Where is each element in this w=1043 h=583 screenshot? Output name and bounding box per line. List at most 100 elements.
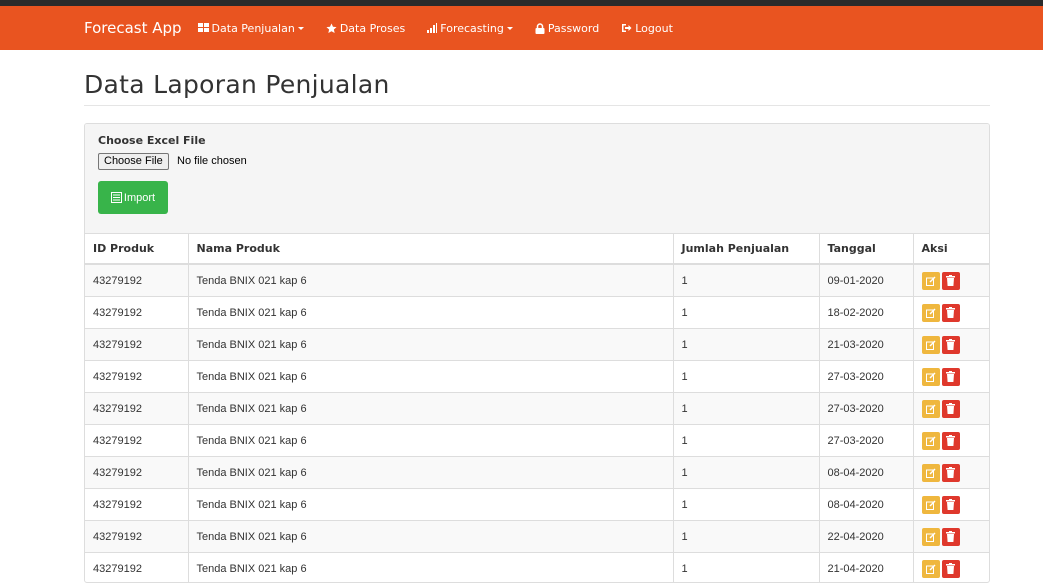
nav-data-penjualan-label: Data Penjualan — [212, 22, 295, 35]
table-header-row: ID Produk Nama Produk Jumlah Penjualan T… — [85, 234, 989, 264]
delete-button[interactable] — [942, 560, 960, 578]
cell-jumlah-penjualan: 1 — [673, 393, 819, 425]
star-icon — [326, 23, 337, 34]
edit-button[interactable] — [922, 560, 940, 578]
cell-tanggal: 18-02-2020 — [819, 297, 913, 329]
edit-icon — [926, 436, 936, 446]
cell-id-produk: 43279192 — [85, 361, 188, 393]
cell-id-produk: 43279192 — [85, 553, 188, 583]
cell-aksi — [913, 489, 989, 521]
delete-button[interactable] — [942, 400, 960, 418]
nav-forecasting-label: Forecasting — [440, 22, 504, 35]
cell-nama-produk: Tenda BNIX 021 kap 6 — [188, 489, 673, 521]
page-title: Data Laporan Penjualan — [84, 70, 390, 99]
edit-button[interactable] — [922, 496, 940, 514]
trash-icon — [946, 403, 955, 414]
trash-icon — [946, 275, 955, 286]
edit-button[interactable] — [922, 304, 940, 322]
import-button-label: Import — [124, 192, 155, 204]
edit-button[interactable] — [922, 400, 940, 418]
signal-icon — [427, 23, 437, 33]
table-row: 43279192Tenda BNIX 021 kap 6108-04-2020 — [85, 457, 989, 489]
import-button[interactable]: Import — [98, 181, 168, 214]
cell-jumlah-penjualan: 1 — [673, 297, 819, 329]
cell-jumlah-penjualan: 1 — [673, 264, 819, 297]
logout-icon — [621, 23, 632, 33]
edit-button[interactable] — [922, 272, 940, 290]
data-panel: Choose Excel File Choose File No file ch… — [84, 123, 990, 583]
table-row: 43279192Tenda BNIX 021 kap 6121-04-2020 — [85, 553, 989, 583]
edit-icon — [926, 340, 936, 350]
nav-password[interactable]: Password — [535, 22, 599, 35]
header-aksi: Aksi — [913, 234, 989, 264]
edit-button[interactable] — [922, 368, 940, 386]
caret-down-icon — [507, 27, 513, 30]
trash-icon — [946, 339, 955, 350]
edit-button[interactable] — [922, 528, 940, 546]
header-nama-produk: Nama Produk — [188, 234, 673, 264]
trash-icon — [946, 371, 955, 382]
edit-button[interactable] — [922, 464, 940, 482]
table-row: 43279192Tenda BNIX 021 kap 6109-01-2020 — [85, 264, 989, 297]
cell-id-produk: 43279192 — [85, 297, 188, 329]
choose-file-button[interactable]: Choose File — [98, 153, 169, 170]
cell-nama-produk: Tenda BNIX 021 kap 6 — [188, 361, 673, 393]
action-group — [922, 425, 982, 456]
action-group — [922, 297, 982, 328]
upload-label: Choose Excel File — [98, 134, 206, 147]
brand-link[interactable]: Forecast App — [84, 19, 182, 37]
cell-nama-produk: Tenda BNIX 021 kap 6 — [188, 521, 673, 553]
cell-aksi — [913, 553, 989, 583]
delete-button[interactable] — [942, 464, 960, 482]
action-group — [922, 489, 982, 520]
trash-icon — [946, 307, 955, 318]
edit-icon — [926, 564, 936, 574]
cell-nama-produk: Tenda BNIX 021 kap 6 — [188, 297, 673, 329]
cell-aksi — [913, 361, 989, 393]
delete-button[interactable] — [942, 368, 960, 386]
action-group — [922, 457, 982, 488]
edit-button[interactable] — [922, 432, 940, 450]
cell-id-produk: 43279192 — [85, 457, 188, 489]
cell-nama-produk: Tenda BNIX 021 kap 6 — [188, 425, 673, 457]
action-group — [922, 265, 982, 296]
nav-data-proses-label: Data Proses — [340, 22, 405, 35]
cell-id-produk: 43279192 — [85, 425, 188, 457]
cell-tanggal: 09-01-2020 — [819, 264, 913, 297]
nav-data-proses[interactable]: Data Proses — [326, 22, 405, 35]
header-tanggal: Tanggal — [819, 234, 913, 264]
cell-aksi — [913, 393, 989, 425]
header-jumlah-penjualan: Jumlah Penjualan — [673, 234, 819, 264]
cell-aksi — [913, 264, 989, 297]
action-group — [922, 553, 982, 583]
delete-button[interactable] — [942, 432, 960, 450]
cell-jumlah-penjualan: 1 — [673, 425, 819, 457]
action-group — [922, 393, 982, 424]
upload-section: Choose Excel File Choose File No file ch… — [85, 124, 989, 234]
delete-button[interactable] — [942, 528, 960, 546]
edit-icon — [926, 468, 936, 478]
edit-button[interactable] — [922, 336, 940, 354]
delete-button[interactable] — [942, 496, 960, 514]
trash-icon — [946, 499, 955, 510]
table-body: 43279192Tenda BNIX 021 kap 6109-01-20204… — [85, 264, 989, 583]
cell-jumlah-penjualan: 1 — [673, 457, 819, 489]
cell-aksi — [913, 457, 989, 489]
nav-logout-label: Logout — [635, 22, 673, 35]
delete-button[interactable] — [942, 272, 960, 290]
cell-aksi — [913, 425, 989, 457]
cell-aksi — [913, 297, 989, 329]
sales-table: ID Produk Nama Produk Jumlah Penjualan T… — [85, 234, 989, 583]
cell-id-produk: 43279192 — [85, 329, 188, 361]
cell-jumlah-penjualan: 1 — [673, 521, 819, 553]
edit-icon — [926, 276, 936, 286]
nav-forecasting[interactable]: Forecasting — [427, 22, 513, 35]
delete-button[interactable] — [942, 304, 960, 322]
nav-data-penjualan[interactable]: Data Penjualan — [198, 22, 304, 35]
table-row: 43279192Tenda BNIX 021 kap 6127-03-2020 — [85, 393, 989, 425]
nav-logout[interactable]: Logout — [621, 22, 673, 35]
delete-button[interactable] — [942, 336, 960, 354]
edit-icon — [926, 532, 936, 542]
table-row: 43279192Tenda BNIX 021 kap 6127-03-2020 — [85, 361, 989, 393]
cell-tanggal: 22-04-2020 — [819, 521, 913, 553]
